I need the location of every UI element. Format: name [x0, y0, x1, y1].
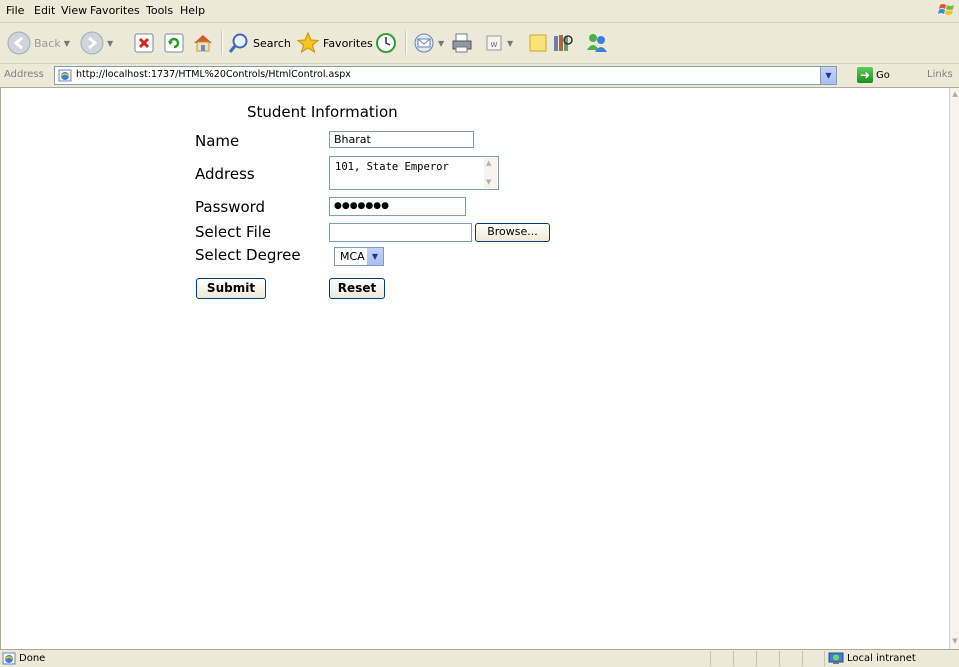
- toolbar: Back ▼ ▼ Search Favorites ▼ W ▼: [0, 23, 959, 64]
- go-button[interactable]: ➜ Go: [857, 67, 890, 83]
- address-textarea-value: 101, State Emperor: [335, 161, 449, 173]
- go-arrow-icon: ➜: [857, 67, 873, 83]
- name-input[interactable]: [329, 131, 474, 148]
- password-mask: ●●●●●●●: [334, 201, 389, 211]
- file-label: Select File: [195, 223, 272, 241]
- menu-tools[interactable]: Tools: [146, 4, 173, 17]
- status-bar: Done Local intranet: [0, 649, 959, 667]
- browse-button[interactable]: Browse...: [475, 223, 550, 242]
- textarea-scrollbar[interactable]: ▲ ▼: [484, 158, 497, 188]
- status-pane: [756, 651, 757, 666]
- favorites-button[interactable]: Favorites: [296, 29, 373, 57]
- address-input[interactable]: http://localhost:1737/HTML%20Controls/Ht…: [54, 66, 837, 85]
- security-zone: Local intranet: [828, 652, 916, 665]
- search-icon: [228, 33, 248, 53]
- toolbar-separator: [405, 31, 407, 55]
- back-button[interactable]: Back ▼: [7, 29, 70, 57]
- password-label: Password: [195, 198, 266, 216]
- go-label: Go: [876, 69, 890, 81]
- page-icon: [58, 69, 72, 82]
- printer-icon: [452, 33, 472, 53]
- page-scrollbar[interactable]: ▲ ▼: [949, 88, 959, 649]
- degree-label: Select Degree: [195, 246, 301, 264]
- forward-arrow-icon: [80, 31, 104, 55]
- degree-selected-value: MCA: [340, 250, 365, 263]
- edit-page-icon: W: [486, 35, 502, 51]
- menu-view[interactable]: View: [61, 4, 87, 17]
- page-content: Student Information Name Address 101, St…: [0, 88, 949, 649]
- refresh-icon: [164, 33, 184, 53]
- history-button[interactable]: [375, 29, 397, 57]
- submit-button[interactable]: Submit: [196, 278, 266, 299]
- chevron-down-icon[interactable]: ▼: [64, 39, 70, 48]
- status-pane: [710, 651, 711, 666]
- status-pane: [824, 651, 825, 666]
- scroll-up-icon[interactable]: ▲: [951, 90, 959, 100]
- chevron-down-icon[interactable]: ▼: [367, 248, 383, 265]
- toolbar-separator: [221, 31, 223, 55]
- intranet-globe-icon: [828, 652, 844, 664]
- address-textarea[interactable]: 101, State Emperor ▲ ▼: [329, 156, 499, 190]
- stop-icon: [134, 33, 154, 53]
- mail-button[interactable]: ▼: [413, 29, 444, 57]
- favorites-label: Favorites: [323, 36, 373, 50]
- history-icon: [376, 33, 396, 53]
- print-button[interactable]: [451, 29, 473, 57]
- messenger-icon: [587, 34, 607, 52]
- messenger-button[interactable]: [585, 29, 609, 57]
- menu-favorites[interactable]: Favorites: [90, 4, 140, 17]
- status-pane: [802, 651, 803, 666]
- form-title: Student Information: [247, 103, 398, 121]
- star-icon: [296, 31, 320, 54]
- search-button[interactable]: Search: [228, 29, 291, 57]
- back-arrow-icon: [7, 31, 31, 55]
- address-field-label: Address: [195, 165, 255, 183]
- stop-button[interactable]: [134, 29, 154, 57]
- chevron-down-icon[interactable]: ▼: [438, 39, 444, 48]
- discuss-button[interactable]: [527, 29, 549, 57]
- zone-label: Local intranet: [847, 653, 916, 664]
- back-label: Back: [34, 36, 61, 50]
- menu-help[interactable]: Help: [180, 4, 205, 17]
- page-icon: [2, 652, 16, 665]
- file-path-input[interactable]: [329, 223, 472, 242]
- windows-logo-icon: [938, 4, 954, 15]
- refresh-button[interactable]: [164, 29, 184, 57]
- home-button[interactable]: [192, 29, 214, 57]
- menu-edit[interactable]: Edit: [34, 4, 55, 17]
- scroll-down-icon[interactable]: ▼: [951, 637, 959, 647]
- status-text: Done: [19, 653, 46, 664]
- reset-button[interactable]: Reset: [329, 278, 385, 299]
- degree-select[interactable]: MCA ▼: [334, 247, 384, 266]
- address-bar: Address http://localhost:1737/HTML%20Con…: [0, 64, 959, 88]
- research-icon: [554, 35, 573, 51]
- status-pane: [779, 651, 780, 666]
- svg-text:W: W: [491, 41, 498, 49]
- status-pane: [733, 651, 734, 666]
- forward-button[interactable]: ▼: [80, 29, 113, 57]
- chevron-down-icon[interactable]: ▼: [507, 39, 513, 48]
- home-icon: [194, 35, 212, 52]
- address-label: Address: [4, 69, 44, 80]
- edit-button[interactable]: W ▼: [484, 29, 513, 57]
- chevron-down-icon[interactable]: ▼: [107, 39, 113, 48]
- scroll-up-icon[interactable]: ▲: [486, 159, 491, 167]
- scroll-down-icon[interactable]: ▼: [486, 178, 491, 186]
- mail-icon: [414, 33, 434, 53]
- name-label: Name: [195, 132, 240, 150]
- address-dropdown-icon[interactable]: ▼: [820, 67, 836, 84]
- menu-bar: File Edit View Favorites Tools Help: [0, 0, 959, 23]
- search-label: Search: [253, 36, 291, 50]
- links-toolbar[interactable]: Links: [927, 69, 953, 80]
- note-icon: [529, 34, 547, 52]
- menu-file[interactable]: File: [6, 4, 24, 17]
- address-url[interactable]: http://localhost:1737/HTML%20Controls/Ht…: [76, 69, 351, 80]
- research-button[interactable]: [552, 29, 574, 57]
- password-input[interactable]: ●●●●●●●: [329, 197, 466, 216]
